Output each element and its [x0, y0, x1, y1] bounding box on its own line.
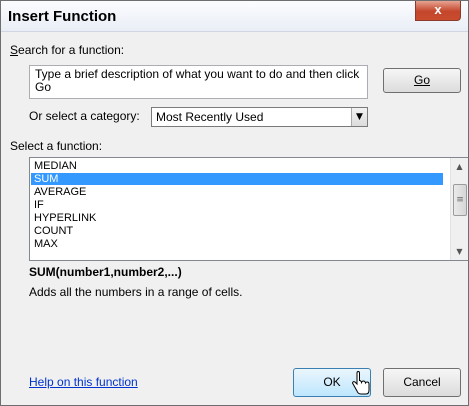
help-on-function-link[interactable]: Help on this function: [29, 375, 138, 389]
category-selected-value: Most Recently Used: [156, 110, 264, 124]
insert-function-dialog: Insert Function ? x Search for a functio…: [0, 0, 469, 406]
ok-button-label: OK: [323, 375, 341, 389]
go-button[interactable]: Go: [383, 68, 461, 93]
function-list-item[interactable]: IF: [31, 199, 443, 211]
scroll-up-arrow-icon[interactable]: ▲: [451, 158, 468, 175]
function-signature: SUM(number1,number2,...): [29, 265, 182, 279]
function-description: Adds all the numbers in a range of cells…: [29, 285, 243, 299]
function-list-item[interactable]: MAX: [31, 238, 443, 250]
cancel-button[interactable]: Cancel: [383, 368, 461, 397]
chevron-down-icon[interactable]: ▼: [351, 108, 367, 126]
function-list[interactable]: MEDIAN SUM AVERAGE IF HYPERLINK COUNT MAX ▲ ≡ …: [29, 157, 468, 261]
scrollbar-thumb[interactable]: ≡: [453, 184, 467, 216]
search-input[interactable]: Type a brief description of what you wan…: [29, 65, 368, 99]
function-list-item[interactable]: AVERAGE: [31, 186, 443, 198]
category-select[interactable]: Most Recently Used ▼: [151, 107, 368, 127]
title-bar[interactable]: Insert Function ? x: [1, 1, 468, 395]
function-list-label: Select a function:: [10, 139, 103, 153]
close-button[interactable]: x: [415, 1, 461, 21]
hand-cursor-icon: [351, 371, 370, 395]
function-list-scrollbar[interactable]: ▲ ≡ ▼: [450, 158, 468, 260]
search-input-text: Type a brief description of what you wan…: [35, 67, 360, 94]
cancel-button-label: Cancel: [403, 375, 441, 389]
go-button-label: Go: [413, 73, 430, 87]
scroll-down-arrow-icon[interactable]: ▼: [451, 243, 468, 260]
function-list-item[interactable]: COUNT: [31, 225, 443, 237]
function-list-item[interactable]: MEDIAN: [31, 160, 443, 172]
function-list-item[interactable]: SUM: [31, 173, 443, 185]
dialog-title: Insert Function: [8, 8, 117, 25]
function-list-item[interactable]: HYPERLINK: [31, 212, 443, 224]
search-label: Search for a function:: [10, 43, 125, 57]
category-label: Or select a category:: [29, 109, 140, 123]
close-icon: x: [434, 2, 442, 17]
